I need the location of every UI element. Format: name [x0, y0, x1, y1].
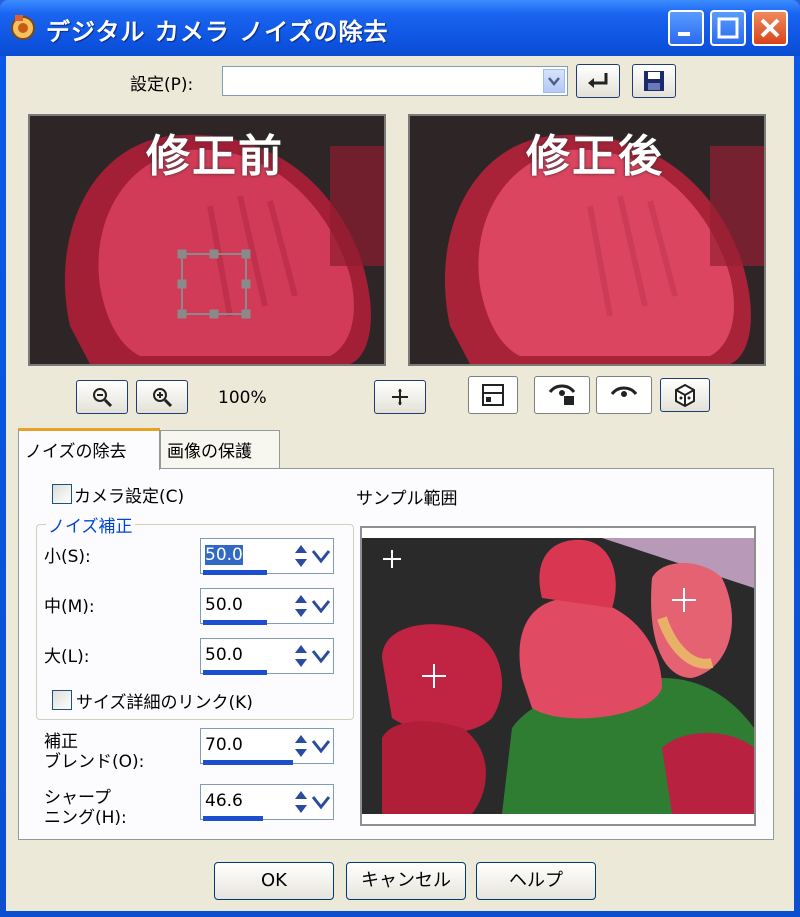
medium-value: 50.0 — [205, 595, 243, 615]
sharpening-label-line1: シャープ — [44, 788, 111, 808]
small-value: 50.0 — [205, 545, 243, 565]
medium-label: 中(M): — [44, 597, 95, 617]
sharpening-value: 46.6 — [205, 791, 243, 811]
title-bar[interactable]: デジタル カメラ ノイズの除去 — [0, 0, 800, 56]
eye-lock-icon — [548, 384, 576, 405]
sample-area[interactable] — [360, 526, 756, 826]
move-icon — [392, 389, 408, 405]
close-button[interactable] — [752, 10, 788, 46]
spin-arrows-icon[interactable] — [291, 591, 331, 621]
sample-image[interactable] — [362, 528, 754, 824]
small-spinner[interactable]: 50.0 — [200, 538, 334, 578]
cancel-button[interactable]: キャンセル — [346, 862, 466, 900]
blend-value: 70.0 — [205, 735, 243, 755]
blend-label: 補正 ブレンド(O): — [44, 732, 144, 772]
large-value: 50.0 — [205, 645, 243, 665]
small-label: 小(S): — [44, 547, 91, 567]
app-icon — [11, 15, 35, 40]
medium-spinner[interactable]: 50.0 — [200, 588, 334, 628]
size-link-checkbox[interactable] — [52, 690, 72, 710]
chevron-down-icon — [548, 77, 560, 86]
size-link-label: サイズ詳細のリンク(K) — [76, 693, 253, 713]
blend-label-line2: ブレンド(O): — [44, 752, 145, 772]
preset-combo[interactable] — [222, 66, 568, 96]
help-button[interactable]: ヘルプ — [476, 862, 596, 900]
zoom-in-button[interactable] — [136, 380, 188, 414]
dialog-window: デジタル カメラ ノイズの除去 設定(P): 修正前 修正後 100% ノイズの… — [0, 0, 800, 917]
preview-window-button[interactable] — [468, 376, 518, 414]
minimize-button[interactable] — [668, 10, 704, 46]
sharpening-input[interactable]: 46.6 — [200, 784, 334, 821]
dice-icon — [675, 383, 695, 408]
sharpening-slider-bar[interactable] — [203, 816, 263, 821]
maximize-icon — [717, 17, 739, 39]
reset-preset-button[interactable] — [576, 64, 620, 98]
camera-settings-checkbox[interactable] — [52, 484, 72, 504]
window-title: デジタル カメラ ノイズの除去 — [46, 18, 389, 46]
large-input[interactable]: 50.0 — [200, 638, 334, 675]
after-preview[interactable]: 修正後 — [408, 114, 766, 366]
before-preview[interactable]: 修正前 — [28, 114, 386, 366]
zoom-in-icon — [153, 388, 173, 408]
sharpening-label: シャープ ニング(H): — [44, 788, 127, 828]
zoom-out-button[interactable] — [76, 380, 128, 414]
blend-label-line1: 補正 — [44, 732, 78, 752]
maximize-button[interactable] — [710, 10, 746, 46]
spin-arrows-icon[interactable] — [291, 641, 331, 671]
preset-dropdown-button[interactable] — [543, 69, 565, 93]
spin-arrows-icon[interactable] — [291, 541, 331, 571]
medium-input[interactable]: 50.0 — [200, 588, 334, 625]
randomize-button[interactable] — [660, 378, 710, 412]
window-icon — [482, 384, 504, 406]
close-icon — [760, 18, 780, 38]
zoom-level: 100% — [218, 388, 267, 408]
small-slider-bar[interactable] — [203, 570, 267, 575]
reset-icon — [588, 73, 608, 88]
sharpening-spinner[interactable]: 46.6 — [200, 784, 334, 824]
spin-arrows-icon[interactable] — [291, 731, 331, 761]
ok-button[interactable]: OK — [214, 862, 334, 900]
auto-proof-button[interactable] — [534, 376, 590, 414]
minimize-icon — [678, 32, 690, 36]
large-slider-bar[interactable] — [203, 670, 267, 675]
spin-arrows-icon[interactable] — [291, 787, 331, 817]
before-label: 修正前 — [146, 131, 284, 182]
proof-button[interactable] — [596, 376, 652, 414]
sharpening-label-line2: ニング(H): — [44, 808, 127, 828]
eye-icon — [610, 386, 638, 397]
blend-spinner[interactable]: 70.0 — [200, 728, 334, 768]
camera-settings-label: カメラ設定(C) — [74, 487, 185, 507]
large-spinner[interactable]: 50.0 — [200, 638, 334, 678]
blend-input[interactable]: 70.0 — [200, 728, 334, 765]
small-input[interactable]: 50.0 — [200, 538, 334, 575]
save-preset-button[interactable] — [632, 64, 676, 98]
noise-correction-title: ノイズ補正 — [46, 512, 135, 537]
pan-button[interactable] — [374, 380, 426, 414]
medium-slider-bar[interactable] — [203, 620, 267, 625]
tab-noise-removal[interactable]: ノイズの除去 — [18, 428, 160, 470]
blend-slider-bar[interactable] — [203, 760, 293, 765]
large-label: 大(L): — [44, 647, 90, 667]
save-icon — [644, 71, 664, 91]
tab-image-protection[interactable]: 画像の保護 — [160, 430, 280, 468]
zoom-out-icon — [93, 388, 113, 408]
after-label: 修正後 — [526, 131, 664, 182]
dialog-body: 設定(P): 修正前 修正後 100% ノイズの除去 画像の保護 カメラ設定(C… — [6, 56, 794, 911]
preset-label: 設定(P): — [130, 75, 194, 95]
sample-area-label: サンプル範囲 — [356, 489, 458, 509]
